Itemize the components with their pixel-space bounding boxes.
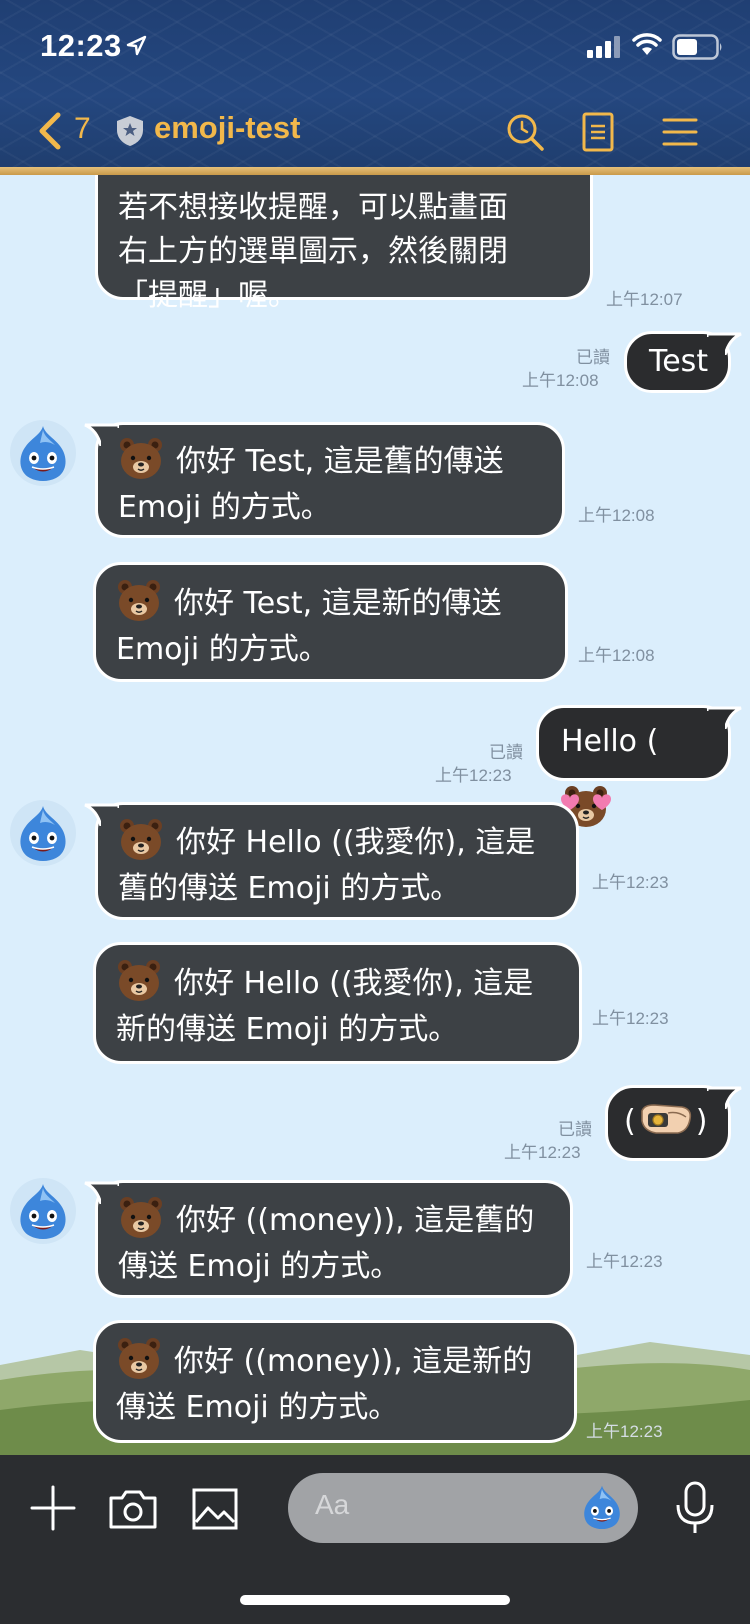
message-bubble-incoming[interactable]: 若不想接收提醒，可以點畫面 右上方的選單圖示，然後關閉 「提醒」喔。 [95, 175, 593, 313]
message-input[interactable]: Aa [288, 1473, 638, 1543]
message-timestamp: 上午12:08 [578, 506, 655, 525]
message-timestamp: 上午12:23 [504, 1143, 581, 1162]
menu-icon[interactable] [662, 117, 698, 147]
message-bubble-outgoing[interactable]: Hello ( [536, 705, 731, 828]
avatar[interactable] [10, 1178, 76, 1244]
message-text: 你好 ((money)), 這是新的 [174, 1344, 533, 1379]
message-text: 你好 Hello ((我愛你), 這是 [176, 825, 536, 860]
message-timestamp: 上午12:23 [586, 1422, 663, 1441]
avatar[interactable] [10, 800, 76, 866]
chat-title: emoji-test [154, 110, 301, 145]
brown-bear-emoji-icon [116, 957, 162, 1003]
slime-avatar-icon [10, 420, 76, 486]
notes-icon[interactable] [582, 112, 614, 152]
bubble-tail [83, 802, 119, 826]
bubble-tail [83, 422, 119, 446]
message-bubble-incoming[interactable]: 你好 Test, 這是舊的傳送 Emoji 的方式。 [95, 422, 565, 538]
microphone-icon[interactable] [675, 1481, 715, 1535]
bubble-tail [707, 331, 743, 355]
message-text-line2: Emoji 的方式。 [116, 632, 329, 667]
shield-star-icon [117, 116, 143, 146]
nav-bar: 7 emoji-test [0, 100, 750, 164]
status-bar: 12:23 [0, 22, 750, 72]
message-input-bar: Aa [0, 1455, 750, 1624]
status-time: 12:23 [40, 28, 122, 63]
read-receipt: 已讀 [558, 1120, 592, 1140]
message-bubble-incoming[interactable]: 你好 Test, 這是新的傳送 Emoji 的方式。 [93, 562, 568, 682]
slime-avatar-icon [10, 1178, 76, 1244]
message-text-line2: 傳送 Emoji 的方式。 [118, 1249, 401, 1284]
message-text-line2: 舊的傳送 Emoji 的方式。 [118, 871, 461, 906]
message-timestamp: 上午12:23 [586, 1252, 663, 1271]
read-receipt: 已讀 [576, 348, 610, 368]
message-text-line2: 新的傳送 Emoji 的方式。 [116, 1012, 459, 1047]
message-text: ) [695, 1104, 708, 1139]
message-text: 你好 ((money)), 這是舊的 [176, 1203, 535, 1238]
slime-avatar-icon [10, 800, 76, 866]
message-bubble-outgoing[interactable]: ( ) [605, 1085, 731, 1161]
message-bubble-incoming[interactable]: 你好 ((money)), 這是舊的 傳送 Emoji 的方式。 [95, 1180, 573, 1298]
message-text-line2: 傳送 Emoji 的方式。 [116, 1390, 399, 1425]
money-hand-emoji-icon [640, 1104, 691, 1134]
camera-icon[interactable] [108, 1488, 158, 1530]
message-text: Test [649, 344, 709, 379]
message-timestamp: 上午12:23 [592, 1009, 669, 1028]
message-text: ( [624, 1104, 636, 1139]
message-timestamp: 上午12:07 [606, 290, 683, 309]
battery-icon [672, 34, 722, 60]
back-unread-count[interactable]: 7 [74, 112, 91, 146]
message-text-line2: Emoji 的方式。 [118, 490, 331, 525]
brown-bear-emoji-icon [116, 1335, 162, 1381]
plus-icon[interactable] [30, 1485, 76, 1531]
slime-sticker-icon[interactable] [576, 1481, 628, 1533]
message-timestamp: 上午12:08 [578, 646, 655, 665]
location-arrow-icon [126, 35, 147, 56]
message-timestamp: 上午12:23 [435, 766, 512, 785]
message-text: 你好 Hello ((我愛你), 這是 [174, 966, 534, 1001]
read-receipt: 已讀 [489, 743, 523, 763]
chat-area[interactable]: 若不想接收提醒，可以點畫面 右上方的選單圖示，然後關閉 「提醒」喔。 上午12:… [0, 175, 750, 1455]
signal-icon [587, 36, 620, 58]
bubble-tail [83, 1180, 119, 1204]
bubble-tail [707, 705, 743, 729]
avatar[interactable] [10, 420, 76, 486]
message-text: 你好 Test, 這是新的傳送 [174, 586, 502, 621]
message-bubble-incoming[interactable]: 你好 ((money)), 這是新的 傳送 Emoji 的方式。 [93, 1320, 577, 1443]
home-indicator [240, 1595, 510, 1605]
message-timestamp: 上午12:08 [522, 371, 599, 390]
message-timestamp: 上午12:23 [592, 873, 669, 892]
message-bubble-incoming[interactable]: 你好 Hello ((我愛你), 這是 新的傳送 Emoji 的方式。 [93, 942, 582, 1064]
wifi-icon [632, 33, 662, 55]
chat-header: 12:23 7 emoji-test [0, 0, 750, 175]
message-text: Hello ( [561, 724, 659, 759]
message-bubble-incoming[interactable]: 你好 Hello ((我愛你), 這是 舊的傳送 Emoji 的方式。 [95, 802, 579, 920]
search-icon[interactable] [505, 112, 545, 152]
header-divider [0, 167, 750, 175]
message-bubble-outgoing[interactable]: Test [624, 331, 731, 393]
bubble-tail [707, 1085, 743, 1109]
brown-bear-emoji-icon [118, 1194, 164, 1240]
message-text: 若不想接收提醒，可以點畫面 右上方的選單圖示，然後關閉 「提醒」喔。 [118, 190, 508, 313]
brown-bear-emoji-icon [118, 435, 164, 481]
brown-bear-emoji-icon [118, 816, 164, 862]
back-chevron-icon[interactable] [36, 111, 62, 151]
message-input-placeholder: Aa [315, 1489, 350, 1520]
image-icon[interactable] [192, 1488, 238, 1530]
message-text: 你好 Test, 這是舊的傳送 [176, 444, 504, 479]
brown-bear-emoji-icon [116, 577, 162, 623]
